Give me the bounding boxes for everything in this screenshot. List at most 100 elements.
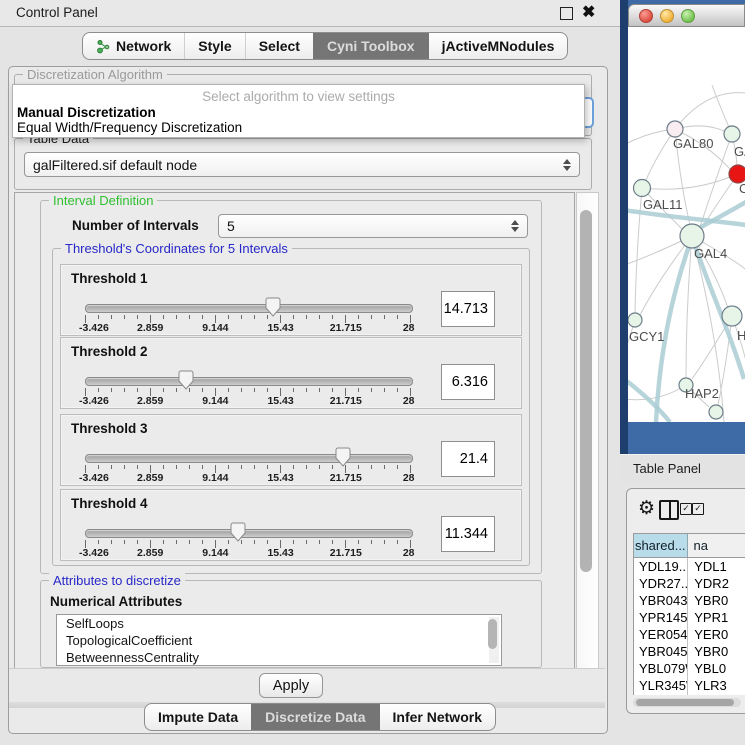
table-row[interactable]: YLR345WYLR3: [634, 677, 745, 694]
checkbox-icon[interactable]: ✓: [680, 503, 692, 515]
tab-network[interactable]: Network: [83, 33, 184, 59]
cell-shared-name[interactable]: YBR043C: [634, 592, 688, 609]
horizontal-scrollbar-thumb[interactable]: [636, 699, 734, 706]
threshold-value-field[interactable]: 11.344: [441, 516, 495, 552]
table-row[interactable]: YIL052CYIL0: [634, 694, 745, 695]
cell-name[interactable]: YBR0: [688, 643, 745, 660]
cell-name[interactable]: YDR2: [688, 575, 745, 592]
attribute-list-item[interactable]: BetweennessCentrality: [57, 649, 501, 666]
split-view-icon[interactable]: [659, 500, 679, 520]
vertical-scrollbar-thumb[interactable]: [580, 210, 592, 572]
cell-shared-name[interactable]: YDL19...: [634, 558, 688, 575]
tab-jactivemnodules[interactable]: jActiveMNodules: [428, 33, 568, 59]
spinner-arrows-icon: [511, 220, 519, 232]
cell-shared-name[interactable]: YBL079W: [634, 660, 688, 677]
slider-track[interactable]: [85, 304, 413, 313]
svg-text:C: C: [739, 181, 745, 196]
slider-thumb[interactable]: [265, 297, 281, 317]
close-icon[interactable]: ✖: [582, 2, 595, 22]
cell-name[interactable]: YIL0: [688, 694, 745, 695]
number-of-intervals-combobox[interactable]: 5: [218, 214, 528, 238]
tab-select[interactable]: Select: [245, 33, 313, 59]
slider-track[interactable]: [85, 454, 413, 463]
cell-name[interactable]: YPR1: [688, 609, 745, 626]
network-frame-edge: [620, 0, 628, 455]
table-row[interactable]: YBL079WYBL0: [634, 660, 745, 677]
cell-name[interactable]: YLR3: [688, 677, 745, 694]
attribute-list-item[interactable]: TopologicalCoefficient: [57, 632, 501, 649]
table-row[interactable]: YDR27...YDR2: [634, 575, 745, 592]
cell-shared-name[interactable]: YLR345W: [634, 677, 688, 694]
table-row[interactable]: YBR043CYBR0: [634, 592, 745, 609]
cell-shared-name[interactable]: YBR045C: [634, 643, 688, 660]
slider-thumb[interactable]: [230, 522, 246, 542]
checkbox-icon[interactable]: ✓: [692, 503, 704, 515]
table-data-combobox[interactable]: galFiltered.sif default node: [24, 152, 580, 177]
cell-shared-name[interactable]: YPR145W: [634, 609, 688, 626]
threshold-panel: Threshold 1-3.4262.8599.14415.4321.71528…: [60, 264, 522, 336]
table-row[interactable]: YER054CYER0: [634, 626, 745, 643]
tab-label: Cyni Toolbox: [327, 38, 415, 54]
zoom-traffic-light-icon[interactable]: [681, 9, 695, 23]
slider-ticks: [85, 315, 411, 323]
table-row[interactable]: YPR145WYPR1: [634, 609, 745, 626]
top-tab-bar: NetworkStyle Select Cyni Toolbox jActiveMNo…: [82, 32, 568, 60]
list-scrollbar[interactable]: [489, 617, 499, 663]
slider-ticks: [85, 465, 411, 473]
slider-track[interactable]: [85, 529, 413, 538]
close-traffic-light-icon[interactable]: [639, 9, 653, 23]
cell-name[interactable]: YER0: [688, 626, 745, 643]
algorithm-option[interactable]: Manual Discretization: [17, 105, 156, 120]
threshold-panel: Threshold 3-3.4262.8599.14415.4321.71528…: [60, 414, 522, 486]
table-row[interactable]: YBR045CYBR0: [634, 643, 745, 660]
tick-label: 2.859: [137, 322, 163, 334]
table-row[interactable]: YDL19...YDL1: [634, 558, 745, 575]
network-icon: [96, 39, 111, 54]
algorithm-option[interactable]: Equal Width/Frequency Discretization: [17, 120, 242, 135]
svg-text:GAL4: GAL4: [694, 246, 727, 261]
tab-style[interactable]: Style: [184, 33, 244, 59]
slider-thumb[interactable]: [178, 370, 194, 390]
column-header-name[interactable]: na: [688, 534, 745, 557]
attributes-list[interactable]: SelfLoopsTopologicalCoefficientBetweenne…: [56, 614, 502, 666]
gear-icon[interactable]: ⚙: [638, 499, 655, 518]
network-window-titlebar[interactable]: [628, 4, 745, 27]
tick-label: 15.43: [267, 395, 293, 407]
column-header-shared-name[interactable]: shared...: [634, 534, 688, 557]
slider-track[interactable]: [85, 377, 413, 386]
tick-label: 28: [403, 547, 415, 559]
threshold-value-field[interactable]: 6.316: [441, 364, 495, 400]
slider-thumb[interactable]: [335, 447, 351, 467]
cell-shared-name[interactable]: YDR27...: [634, 575, 688, 592]
attributes-section-title: Attributes to discretize: [49, 573, 185, 588]
attribute-list-item[interactable]: SelfLoops: [57, 615, 501, 632]
tick-label: 28: [403, 395, 415, 407]
cell-shared-name[interactable]: YER054C: [634, 626, 688, 643]
threshold-value-field[interactable]: 21.4: [441, 441, 495, 477]
apply-button[interactable]: Apply: [259, 673, 323, 698]
algorithm-dropdown-popup: Select algorithm to view settings Manual…: [12, 84, 585, 138]
tab-label: Select: [259, 38, 300, 54]
tab-discretize-data[interactable]: Discretize Data: [251, 704, 378, 730]
tab-cyni-toolbox[interactable]: Cyni Toolbox: [313, 33, 428, 59]
threshold-value-field[interactable]: 14.713: [441, 291, 495, 327]
node-table[interactable]: shared... na YDL19...YDL1YDR27...YDR2YBR…: [633, 533, 745, 695]
float-window-icon[interactable]: [560, 7, 573, 20]
spinner-arrows-icon: [563, 159, 571, 171]
numerical-attributes-label: Numerical Attributes: [50, 594, 182, 609]
tick-label: 15.43: [267, 472, 293, 484]
tick-label: 2.859: [137, 547, 163, 559]
cell-shared-name[interactable]: YIL052C: [634, 694, 688, 695]
cell-name[interactable]: YDL1: [688, 558, 745, 575]
cell-name[interactable]: YBL0: [688, 660, 745, 677]
horizontal-scrollbar[interactable]: [633, 698, 741, 707]
thresholds-section-title: Threshold's Coordinates for 5 Intervals: [61, 241, 292, 256]
network-canvas[interactable]: GAL80GACGAL11GAL4GCY1HHAP2: [628, 27, 745, 422]
bottom-tab-bar: Impute DataDiscretize DataInfer Network: [144, 703, 496, 731]
table-header-row[interactable]: shared... na: [634, 534, 745, 558]
tab-infer-network[interactable]: Infer Network: [379, 704, 495, 730]
tab-impute-data[interactable]: Impute Data: [145, 704, 251, 730]
minimize-traffic-light-icon[interactable]: [660, 9, 674, 23]
cell-name[interactable]: YBR0: [688, 592, 745, 609]
tick-label: 9.144: [202, 472, 228, 484]
